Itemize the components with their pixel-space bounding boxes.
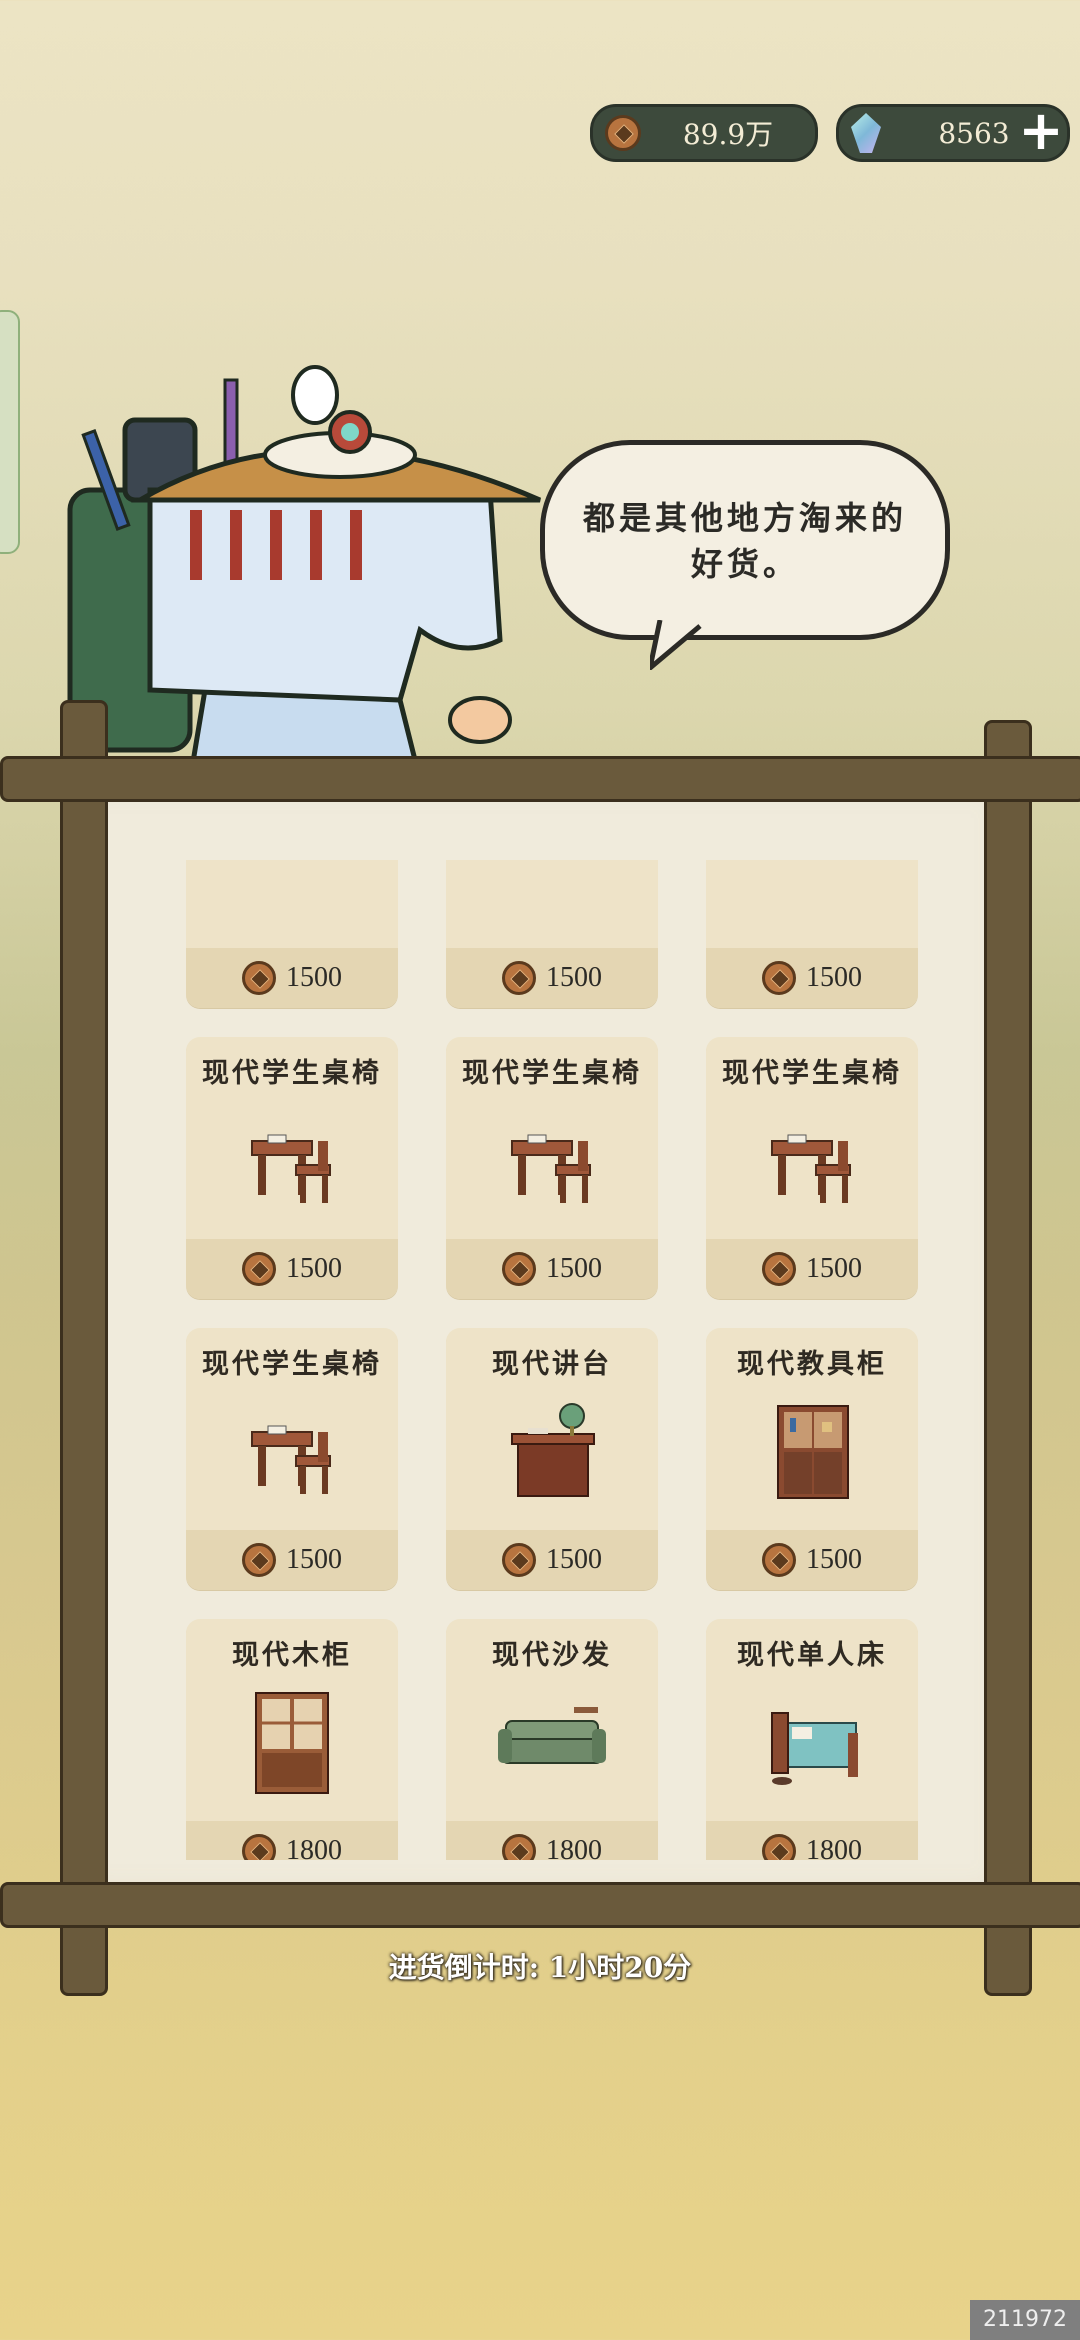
shop-item-name: 现代讲台: [492, 1349, 612, 1380]
gem-icon: [851, 113, 881, 153]
price-value: 1500: [546, 1544, 602, 1575]
price-value: 1500: [286, 1544, 342, 1575]
speech-line-2: 好货。: [690, 545, 799, 583]
student-desk-icon: [251, 1425, 331, 1494]
coin-icon: [762, 1543, 796, 1577]
price-value: 1500: [806, 962, 862, 993]
coin-icon: [502, 1543, 536, 1577]
shop-item-card[interactable]: 现代学生桌椅 1500: [186, 1037, 398, 1299]
coin-counter: 89.9万: [590, 104, 818, 162]
coin-icon: [502, 1834, 536, 1860]
shop-item-price: 1500: [706, 948, 918, 1008]
student-desk-icon: [771, 1134, 851, 1203]
coin-icon: [502, 1252, 536, 1286]
shop-item-card[interactable]: 现代教具柜 1500: [706, 1328, 918, 1590]
shop-item-price: 1500: [706, 1239, 918, 1299]
shop-item-name: 现代单人床: [737, 1640, 887, 1671]
side-tab[interactable]: [0, 310, 20, 554]
coin-icon: [502, 961, 536, 995]
shop-item-name: 现代教具柜: [737, 1349, 887, 1380]
merchant-character[interactable]: [40, 360, 560, 780]
shop-item-price: 1500: [186, 1530, 398, 1590]
restock-countdown: 进货倒计时: 1小时20分: [388, 1951, 692, 1984]
price-value: 1800: [806, 1835, 862, 1860]
shop-item-card[interactable]: 现代木柜 1800: [186, 1619, 398, 1860]
shop-item-card[interactable]: 现代学生桌椅 1500: [446, 1037, 658, 1299]
coin-icon: [242, 1252, 276, 1286]
shop-item-card[interactable]: 现代学生桌椅 1500: [706, 1037, 918, 1299]
price-value: 1800: [286, 1835, 342, 1860]
speech-bubble-tail: [650, 620, 702, 670]
sofa-icon: [498, 1707, 606, 1764]
coin-icon: [242, 961, 276, 995]
student-desk-icon: [511, 1134, 591, 1203]
coin-icon: [762, 1252, 796, 1286]
wooden-post-left: [60, 700, 108, 1996]
shop-item-price: 1500: [186, 1239, 398, 1299]
shop-item-price: 1500: [186, 948, 398, 1008]
watermark: 211972: [970, 2300, 1080, 2340]
wooden-post-right: [984, 720, 1032, 1996]
shop-item-card[interactable]: 1500: [186, 860, 398, 1008]
student-desk-icon: [251, 1134, 331, 1203]
price-value: 1500: [546, 1253, 602, 1284]
shop-item-price: 1500: [706, 1530, 918, 1590]
gem-counter: 8563 +: [836, 103, 1071, 163]
coin-icon: [605, 115, 641, 151]
speech-line-1: 都是其他地方淘来的: [582, 499, 907, 537]
price-value: 1500: [286, 1253, 342, 1284]
shop-item-name: 现代学生桌椅: [722, 1058, 902, 1089]
add-gems-button[interactable]: +: [1011, 103, 1071, 163]
shop-item-card[interactable]: 现代沙发 1800: [446, 1619, 658, 1860]
box-icon: [492, 860, 612, 930]
coin-icon: [762, 1834, 796, 1860]
coin-icon: [762, 961, 796, 995]
shop-item-price: 1800: [186, 1821, 398, 1860]
price-value: 1500: [806, 1253, 862, 1284]
shop-item-card[interactable]: 1500: [706, 860, 918, 1008]
shop-item-price: 1500: [446, 1239, 658, 1299]
shop-item-name: 现代学生桌椅: [202, 1349, 382, 1380]
desk-icon: [232, 860, 352, 930]
shop-item-name: 现代学生桌椅: [462, 1058, 642, 1089]
shop-grid[interactable]: 1500 1500 1500 现代学生桌椅 1500 现代学生桌椅 1500 现代学生桌椅 15…: [150, 860, 930, 1860]
bed-icon: [771, 1712, 858, 1785]
cabinet-icon: [777, 1405, 849, 1499]
wooden-beam-top: [0, 756, 1080, 802]
shop-item-name: 现代沙发: [492, 1640, 612, 1671]
shop-item-price: 1500: [446, 1530, 658, 1590]
shop-item-name: 现代木柜: [232, 1640, 352, 1671]
shop-item-price: 1800: [446, 1821, 658, 1860]
shop-item-card[interactable]: 1500: [446, 860, 658, 1008]
coin-amount: 89.9万: [682, 118, 774, 151]
price-value: 1800: [546, 1835, 602, 1860]
shop-item-card[interactable]: 现代学生桌椅 1500: [186, 1328, 398, 1590]
wardrobe-icon: [255, 1692, 329, 1794]
desk-icon: [752, 860, 872, 930]
coin-icon: [242, 1543, 276, 1577]
shop-item-card[interactable]: 现代单人床 1800: [706, 1619, 918, 1860]
price-value: 1500: [286, 962, 342, 993]
wooden-beam-bottom: [0, 1882, 1080, 1928]
shop-item-price: 1500: [446, 948, 658, 1008]
coin-icon: [242, 1834, 276, 1860]
shop-item-name: 现代学生桌椅: [202, 1058, 382, 1089]
shop-item-price: 1800: [706, 1821, 918, 1860]
price-value: 1500: [806, 1544, 862, 1575]
shop-item-card[interactable]: 现代讲台 1500: [446, 1328, 658, 1590]
speech-bubble: 都是其他地方淘来的 好货。: [540, 440, 950, 640]
lectern-icon: [511, 1403, 595, 1497]
price-value: 1500: [546, 962, 602, 993]
